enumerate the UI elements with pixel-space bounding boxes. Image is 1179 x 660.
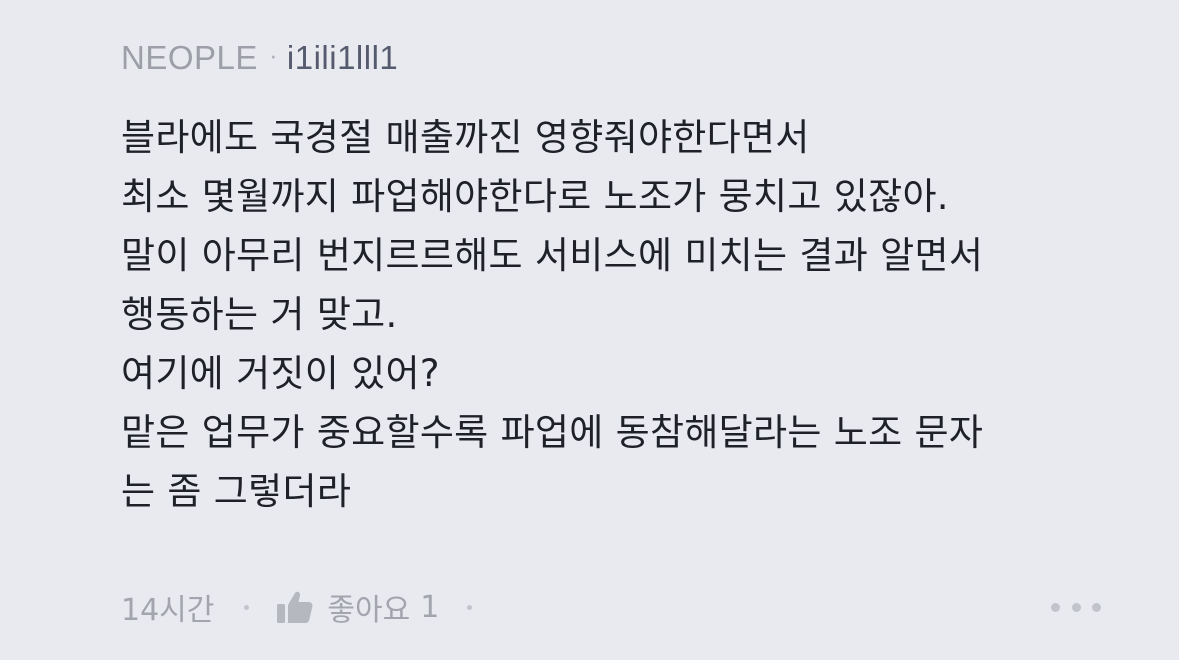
comment-line: 블라에도 국경절 매출까진 영향줘야한다면서 [121,116,810,159]
comment-line: 는 좀 그렇더라 [121,470,352,513]
header-separator: · [269,45,277,71]
more-dots-icon [1071,602,1081,612]
comment-header: NEOPLE · i1ili1lll1 [121,36,398,80]
comment-line: 여기에 거짓이 있어? [121,352,440,395]
like-button[interactable]: 좋아요 1 [277,585,439,629]
footer-separator [467,604,473,610]
comment-line: 말이 아무리 번지르르해도 서비스에 미치는 결과 알면서 [121,234,984,277]
timestamp: 14시간 [121,593,215,628]
more-dots-icon [1092,602,1101,612]
comment-footer: 14시간 좋아요 1 [121,584,1101,630]
footer-separator [244,604,250,610]
author-nickname[interactable]: i1ili1lll1 [287,39,398,77]
thumbs-up-icon [277,591,313,623]
more-dots-icon [1051,602,1060,612]
comment-line: 행동하는 거 맞고. [121,293,398,336]
like-count: 1 [420,589,440,625]
more-options-button[interactable] [1051,596,1101,618]
like-label: 좋아요 [327,593,411,628]
company-name: NEOPLE [121,39,258,76]
comment-line: 최소 몇월까지 파업해야한다로 노조가 뭉치고 있잖아. [121,175,949,218]
comment-line: 맡은 업무가 중요할수록 파업에 동참해달라는 노조 문자 [121,411,984,454]
comment-body: 블라에도 국경절 매출까진 영향줘야한다면서 최소 몇월까지 파업해야한다로 노… [121,108,1121,521]
comment-card: NEOPLE · i1ili1lll1 블라에도 국경절 매출까진 영향줘야한다… [0,0,1179,660]
